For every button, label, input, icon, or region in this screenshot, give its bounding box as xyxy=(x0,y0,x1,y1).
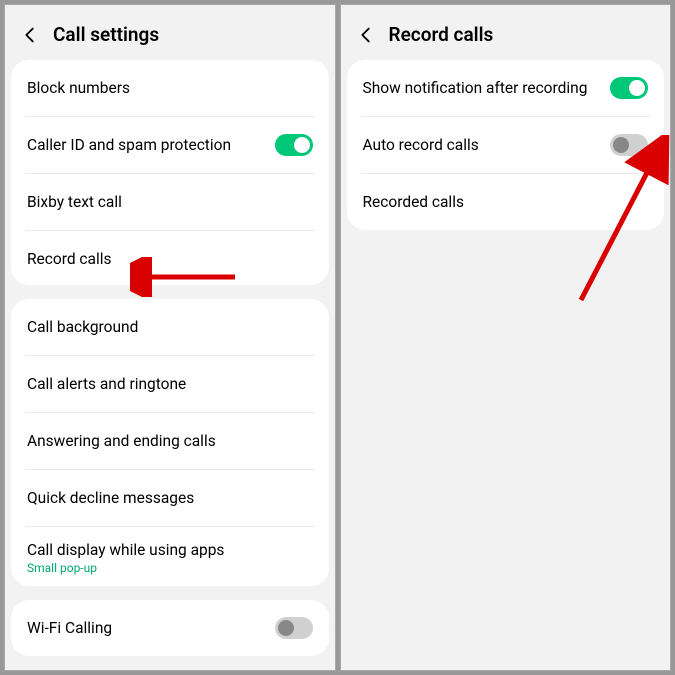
call-settings-screen: Call settings Block numbers Caller ID an… xyxy=(4,4,336,671)
row-record-calls[interactable]: Record calls xyxy=(11,231,329,285)
row-label: Call alerts and ringtone xyxy=(27,375,186,393)
chevron-left-icon xyxy=(19,24,41,46)
row-label: Caller ID and spam protection xyxy=(27,136,231,154)
row-label: Answering and ending calls xyxy=(27,432,216,450)
row-call-background[interactable]: Call background xyxy=(11,299,329,355)
row-label: Bixby text call xyxy=(27,193,122,211)
row-label: Quick decline messages xyxy=(27,489,194,507)
settings-group-3: Wi-Fi Calling xyxy=(11,600,329,656)
row-label: Call display while using apps xyxy=(27,541,224,559)
settings-group-1: Block numbers Caller ID and spam protect… xyxy=(11,60,329,285)
page-title: Call settings xyxy=(53,23,159,46)
row-bixby-text-call[interactable]: Bixby text call xyxy=(11,174,329,230)
row-label: Recorded calls xyxy=(363,193,464,211)
header: Call settings xyxy=(5,5,335,60)
row-quick-decline[interactable]: Quick decline messages xyxy=(11,470,329,526)
row-caller-id[interactable]: Caller ID and spam protection xyxy=(11,117,329,173)
row-wifi-calling[interactable]: Wi-Fi Calling xyxy=(11,600,329,656)
chevron-left-icon xyxy=(355,24,377,46)
toggle-auto-record[interactable] xyxy=(610,134,648,156)
row-answering-ending[interactable]: Answering and ending calls xyxy=(11,413,329,469)
row-label: Auto record calls xyxy=(363,136,479,154)
row-label: Wi-Fi Calling xyxy=(27,619,112,637)
page-title: Record calls xyxy=(389,23,494,46)
record-calls-screen: Record calls Show notification after rec… xyxy=(340,4,672,671)
row-recorded-calls[interactable]: Recorded calls xyxy=(347,174,665,230)
record-calls-group: Show notification after recording Auto r… xyxy=(347,60,665,230)
row-label: Block numbers xyxy=(27,79,130,97)
toggle-show-notification[interactable] xyxy=(610,77,648,99)
row-label: Record calls xyxy=(27,250,112,268)
toggle-caller-id[interactable] xyxy=(275,134,313,156)
toggle-wifi-calling[interactable] xyxy=(275,617,313,639)
header: Record calls xyxy=(341,5,671,60)
row-call-display[interactable]: Call display while using apps Small pop-… xyxy=(11,527,329,586)
back-button[interactable] xyxy=(19,24,41,46)
settings-group-2: Call background Call alerts and ringtone… xyxy=(11,299,329,586)
row-label: Show notification after recording xyxy=(363,79,588,97)
back-button[interactable] xyxy=(355,24,377,46)
row-block-numbers[interactable]: Block numbers xyxy=(11,60,329,116)
row-call-alerts[interactable]: Call alerts and ringtone xyxy=(11,356,329,412)
row-show-notification[interactable]: Show notification after recording xyxy=(347,60,665,116)
row-label: Call background xyxy=(27,318,138,336)
row-auto-record[interactable]: Auto record calls xyxy=(347,117,665,173)
row-sublabel: Small pop-up xyxy=(27,561,97,575)
